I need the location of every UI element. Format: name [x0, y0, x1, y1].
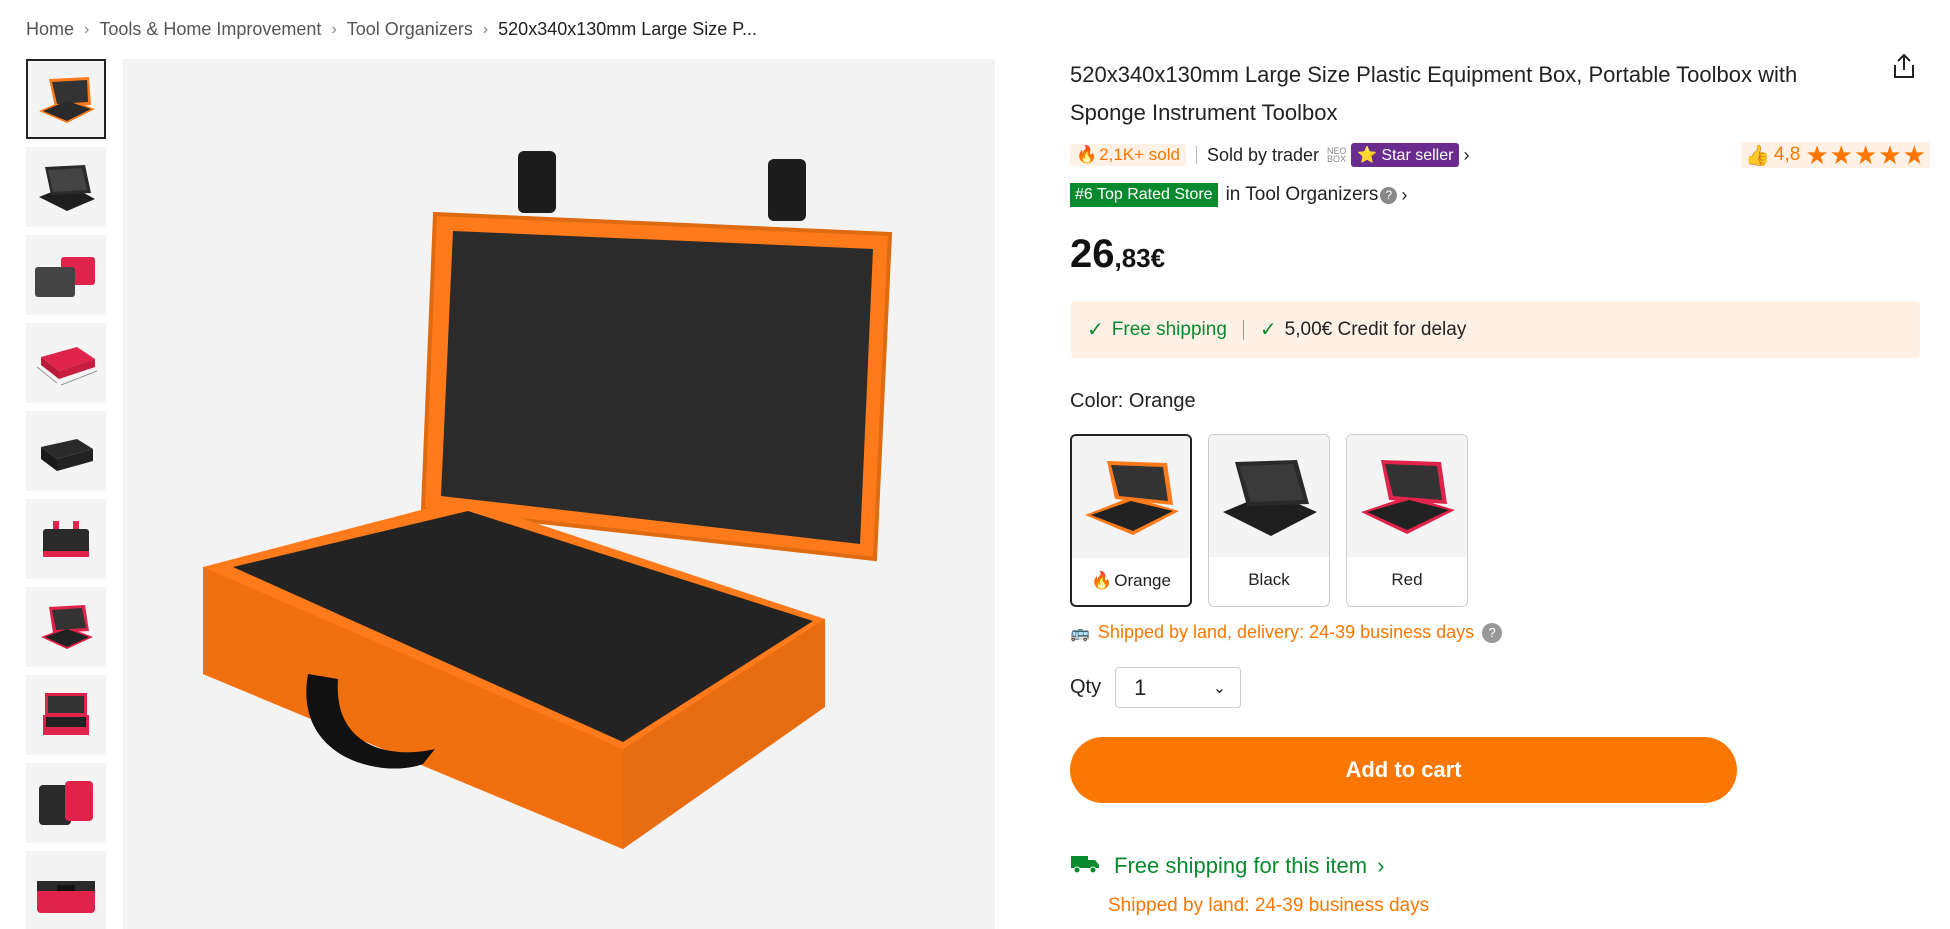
case-black-icon	[39, 165, 95, 211]
chevron-right-icon[interactable]: ›	[1463, 145, 1469, 166]
breadcrumb-current: 520x340x130mm Large Size P...	[498, 19, 757, 39]
color-option-orange[interactable]: 🔥 Orange	[1070, 434, 1192, 607]
thumbnail-10[interactable]	[26, 851, 106, 929]
star-icon: ★	[1853, 140, 1878, 170]
star-icon: ★	[1829, 140, 1853, 170]
star-icon: ★	[1878, 140, 1902, 170]
shipping-subtext: Shipped by land: 24-39 business days	[1108, 895, 1430, 916]
free-shipping-text: Free shipping	[1111, 318, 1227, 340]
product-info-panel: 520x340x130mm Large Size Plastic Equipme…	[1070, 56, 1925, 132]
check-icon: ✓	[1259, 319, 1277, 341]
color-swatches: 🔥 Orange Black Red	[1070, 434, 1484, 607]
star-icon: ★	[1805, 140, 1829, 170]
free-shipping-item-link[interactable]: Free shipping for this item ›	[1070, 852, 1384, 880]
rating-stars: ★ ★ ★ ★ ★	[1804, 142, 1926, 168]
credit-for-delay-text: 5,00€ Credit for delay	[1284, 318, 1467, 340]
chevron-down-icon: ⌄	[1212, 679, 1227, 697]
case-red-black-closed-icon	[43, 521, 89, 557]
case-black-closed-icon	[41, 439, 93, 471]
color-option-label: Black	[1248, 570, 1290, 589]
seller-row: 🔥 2,1K+ sold Sold by trader NEO BOX ⭐ Sta…	[1070, 143, 1469, 167]
thumbnail-1[interactable]	[26, 59, 106, 139]
rank-row[interactable]: #6 Top Rated Store in Tool Organizers ? …	[1070, 183, 1407, 207]
seller-link[interactable]: Sold by trader	[1207, 145, 1319, 166]
fire-icon: 🔥	[1091, 571, 1113, 590]
case-orange-icon	[39, 77, 95, 123]
thumbnail-9[interactable]	[26, 763, 106, 843]
case-red-closed-icon	[37, 881, 95, 913]
product-title: 520x340x130mm Large Size Plastic Equipme…	[1070, 62, 1798, 125]
color-option-label: 🔥 Orange	[1091, 571, 1171, 590]
fire-icon: 🔥	[1076, 145, 1098, 164]
rating-badge[interactable]: 👍 4,8 ★ ★ ★ ★ ★	[1741, 142, 1930, 168]
rank-category: in Tool Organizers	[1225, 184, 1379, 205]
thumbnail-5[interactable]	[26, 411, 106, 491]
star-seller-badge[interactable]: ⭐ Star seller	[1351, 143, 1460, 167]
help-icon[interactable]: ?	[1380, 186, 1398, 204]
color-option-label: Red	[1391, 570, 1423, 589]
thumbnail-2[interactable]	[26, 147, 106, 227]
case-orange-large-icon	[203, 151, 893, 849]
swatch-image	[1347, 435, 1467, 557]
thumbnail-8[interactable]	[26, 675, 106, 755]
case-black-icon	[1223, 460, 1317, 536]
chevron-right-icon: ›	[1377, 853, 1385, 878]
divider	[1195, 146, 1197, 164]
breadcrumb-home[interactable]: Home	[26, 19, 74, 40]
truck-icon: 🚌	[1070, 624, 1090, 642]
thumbnail-6[interactable]	[26, 499, 106, 579]
chevron-right-icon[interactable]: ›	[1401, 185, 1407, 206]
case-red-open-icon	[41, 605, 93, 649]
promo-bar: ✓ Free shipping ✓ 5,00€ Credit for delay	[1071, 301, 1920, 358]
price: 26,83€	[1070, 232, 1166, 276]
swatch-image	[1209, 435, 1329, 557]
main-product-image[interactable]	[123, 59, 995, 929]
quantity-label: Qty	[1070, 676, 1102, 698]
quantity-row: Qty 1 ⌄	[1070, 667, 1242, 708]
quantity-select[interactable]: 1 ⌄	[1115, 667, 1242, 708]
divider	[1242, 319, 1244, 340]
case-orange-icon	[1085, 461, 1179, 535]
breadcrumb-tools-home-improvement[interactable]: Tools & Home Improvement	[99, 19, 321, 40]
chevron-right-icon: ›	[331, 20, 337, 38]
case-red-dimensions-icon	[36, 347, 98, 386]
breadcrumb: Home › Tools & Home Improvement › Tool O…	[26, 19, 757, 40]
quantity-value: 1	[1134, 674, 1147, 700]
thumbnail-4[interactable]	[26, 323, 106, 403]
chevron-right-icon: ›	[84, 20, 90, 38]
help-icon[interactable]: ?	[1482, 622, 1503, 643]
thumbs-up-icon: 👍	[1745, 144, 1770, 167]
thumbnail-7[interactable]	[26, 587, 106, 667]
shipping-note: 🚌 Shipped by land, delivery: 24-39 busin…	[1070, 622, 1503, 643]
case-red-black-icon	[35, 257, 95, 297]
color-option-black[interactable]: Black	[1208, 434, 1330, 607]
add-to-cart-button[interactable]: Add to cart	[1070, 737, 1737, 803]
color-option-red[interactable]: Red	[1346, 434, 1468, 607]
swatch-image	[1072, 436, 1190, 558]
case-black-red-side-icon	[39, 781, 93, 825]
rating-value: 4,8	[1773, 144, 1801, 165]
check-icon: ✓	[1087, 319, 1104, 341]
thumbnail-list	[26, 59, 106, 929]
store-logo: NEO BOX	[1327, 146, 1347, 164]
color-label: Color: Orange	[1070, 390, 1196, 412]
share-icon[interactable]	[1890, 52, 1918, 80]
case-red-open-2-icon	[43, 693, 89, 735]
thumbnail-3[interactable]	[26, 235, 106, 315]
sold-count-badge: 🔥 2,1K+ sold	[1070, 144, 1186, 166]
chevron-right-icon: ›	[482, 20, 489, 38]
star-icon: ★	[1902, 140, 1926, 170]
breadcrumb-tool-organizers[interactable]: Tool Organizers	[347, 19, 473, 40]
truck-icon	[1070, 852, 1100, 880]
top-rated-store-badge: #6 Top Rated Store	[1070, 183, 1218, 207]
case-red-icon	[1361, 460, 1455, 534]
